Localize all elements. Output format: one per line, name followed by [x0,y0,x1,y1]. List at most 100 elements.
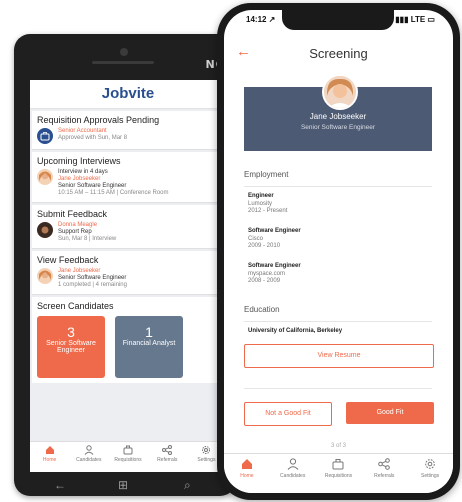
job-dates: 2008 - 2009 [248,278,281,284]
employment-entry: Engineer Lumosity 2012 - Present [248,193,287,216]
status-signal: ▮▮▮ LTE ▭ [395,15,435,24]
earpiece-speaker [92,61,154,64]
not-a-good-fit-button[interactable]: Not a Good Fit [244,402,332,426]
home-icon [241,459,252,469]
requisition-name: Senior Accountant [58,128,107,134]
job-dates: 2009 - 2010 [248,243,281,249]
tab-requisitions[interactable]: Requisitions [316,454,362,493]
view-feedback-card[interactable]: View Feedback Jane Jobseeker Senior Soft… [32,251,224,295]
windows-phone-screen: Jobvite Requisition Approvals Pending Se… [30,80,226,472]
page-title: Screening [309,46,368,61]
referrals-icon [378,458,391,470]
good-fit-button[interactable]: Good Fit [346,402,434,424]
tab-candidates[interactable]: Candidates [270,454,316,493]
windows-tab-bar: Home Candidates Requisitions Referrals S… [30,441,226,472]
status-time: 14:12 ↗ [246,15,276,24]
person-icon [84,445,94,455]
candidate-profile-banner: Jane Jobseeker Senior Software Engineer [244,74,432,151]
employment-entry: Software Engineer myspace.com 2008 - 200… [248,263,301,286]
job-dates: 2012 - Present [248,208,288,214]
screen-header: ← Screening [224,36,453,72]
tab-home[interactable]: Home [30,442,69,472]
tab-home[interactable]: Home [224,454,270,493]
tab-label: Candidates [76,457,102,463]
interview-countdown: Interview in 4 days [58,169,108,175]
requisition-approvals-card[interactable]: Requisition Approvals Pending Senior Acc… [32,111,224,150]
job-title: Software Engineer [248,228,301,234]
tab-requisitions[interactable]: Requisitions [108,442,147,472]
notch [282,10,394,30]
iphone-screen: 14:12 ↗ ▮▮▮ LTE ▭ ← Screening Jane Jobse… [224,10,453,493]
job-company: Lumosity [248,200,273,207]
education-heading: Education [244,305,280,314]
candidate-name: Jane Jobseeker [58,268,101,274]
gear-icon [425,459,435,469]
card-title: Upcoming Interviews [37,156,121,166]
candidate-name: Jane Jobseeker [58,176,101,182]
view-resume-button[interactable]: View Resume [244,344,434,368]
briefcase-icon [37,128,53,144]
tile-label: Financial Analyst [122,340,176,347]
windows-nav-bar: ← ⊞ ⌕ [14,478,236,496]
tab-label: Home [42,457,57,463]
employment-heading: Employment [244,170,289,179]
tab-label: Candidates [280,473,306,479]
tab-label: Settings [197,457,216,463]
card-title: View Feedback [37,255,99,265]
school-name: University of California, Berkeley [248,328,343,334]
feedback-progress: 1 completed | 4 remaining [58,282,127,288]
tile-label: Senior Software Engineer [46,340,96,354]
windows-phone-device: NO Jobvite Requisition Approvals Pending… [14,34,236,496]
card-title: Screen Candidates [37,301,114,311]
home-icon [45,446,54,454]
tab-label: Settings [421,473,440,479]
tab-candidates[interactable]: Candidates [69,442,108,472]
briefcase-icon [123,445,133,455]
screen-candidates-card: Screen Candidates 3 Senior Software Engi… [32,297,224,383]
job-title: Engineer [248,193,274,199]
windows-logo-icon[interactable]: ⊞ [118,478,128,492]
tab-label: Referrals [374,473,395,479]
candidate-name: Donna Meagle [58,222,98,228]
job-company: myspace.com [248,270,286,277]
tab-label: Referrals [157,457,178,463]
job-company: Cisco [248,235,264,242]
briefcase-icon [332,459,344,470]
candidate-name: Jane Jobseeker [309,112,367,121]
candidate-role: Support Rep [58,229,92,235]
page-indicator: 3 of 3 [330,443,346,449]
tab-settings[interactable]: Settings [407,454,453,493]
person-icon [287,458,299,470]
interview-date: Sun, Mar 8 | Interview [58,236,117,242]
candidate-tile-senior-software-engineer[interactable]: 3 Senior Software Engineer [37,316,105,378]
tile-count: 3 [67,324,75,340]
ios-tab-bar: Home Candidates Requisitions Referrals S… [224,453,453,493]
job-title: Software Engineer [248,263,301,269]
divider [244,186,432,187]
avatar [37,268,53,284]
tab-referrals[interactable]: Referrals [148,442,187,472]
avatar [37,169,53,185]
card-title: Requisition Approvals Pending [37,115,160,125]
divider [244,321,432,322]
gear-icon [202,446,211,454]
avatar [37,222,53,238]
candidate-role: Senior Software Engineer [58,275,127,281]
requisition-status: Approved with Sun, Mar 8 [58,135,128,141]
employment-entry: Software Engineer Cisco 2009 - 2010 [248,228,301,251]
referrals-icon [162,445,173,455]
tab-label: Requisitions [114,457,142,463]
back-arrow-icon[interactable]: ← [54,478,66,492]
interview-time: 10:15 AM – 11:15 AM | Conference Room [58,190,169,196]
upcoming-interviews-card[interactable]: Upcoming Interviews Interview in 4 days … [32,152,224,203]
candidate-title: Senior Software Engineer [300,124,376,131]
tab-label: Requisitions [324,473,353,479]
candidate-tile-financial-analyst[interactable]: 1 Financial Analyst [115,316,183,378]
candidate-role: Senior Software Engineer [58,183,127,189]
submit-feedback-card[interactable]: Submit Feedback Donna Meagle Support Rep… [32,205,224,249]
search-icon[interactable]: ⌕ [184,478,191,493]
app-title: Jobvite [30,80,226,109]
education-entry: University of California, Berkeley [248,328,342,336]
tile-count: 1 [145,324,153,340]
tab-referrals[interactable]: Referrals [361,454,407,493]
